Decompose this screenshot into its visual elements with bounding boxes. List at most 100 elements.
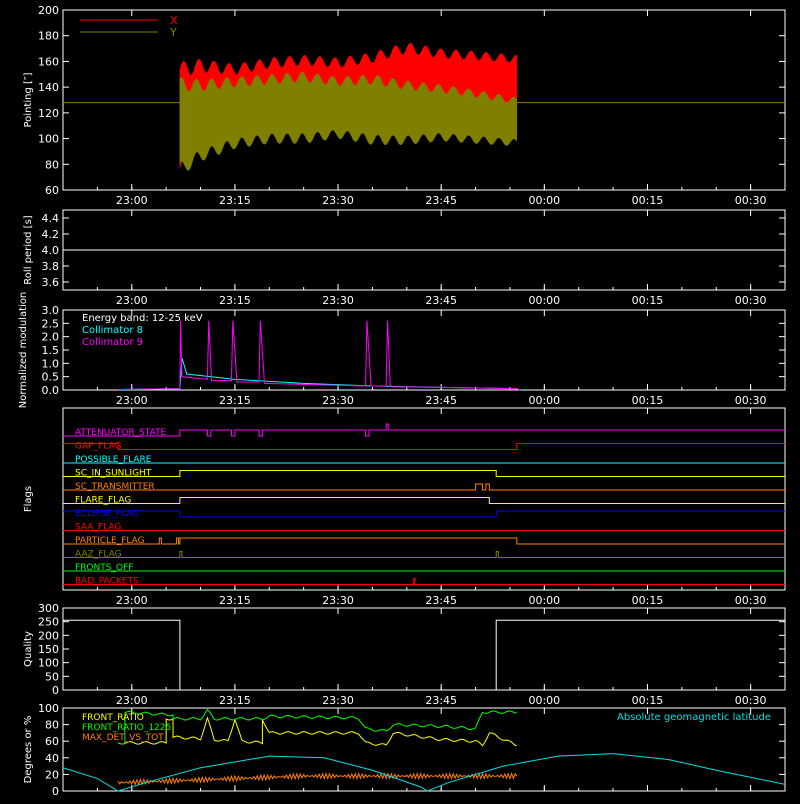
x-tick-label: 23:15 — [219, 194, 251, 207]
x-tick-label: 00:00 — [528, 394, 560, 407]
x-tick-label: 23:30 — [322, 394, 354, 407]
y-tick-label: 200 — [38, 629, 59, 642]
x-tick-label: 23:30 — [322, 294, 354, 307]
x-tick-label: 23:45 — [425, 694, 457, 707]
y-tick-label: 50 — [45, 670, 59, 683]
legend-label: FRONT_RATIO_1225 — [82, 723, 171, 733]
y-tick-label: 4.2 — [42, 228, 60, 241]
y-tick-label: 60 — [45, 184, 59, 197]
flag-trace — [63, 537, 785, 545]
y-axis-label: Degrees or % — [23, 716, 34, 784]
x-tick-label: 00:30 — [735, 294, 767, 307]
y-tick-label: 0.5 — [42, 371, 60, 384]
geomagnetic-latitude-label: Absolute geomagnetic latitude — [617, 712, 771, 723]
y-tick-label: 100 — [38, 657, 59, 670]
y-axis-label: Normalized modulation — [18, 292, 29, 409]
y-axis-label: Roll period [s] — [23, 215, 34, 284]
y-tick-label: 4.4 — [42, 212, 60, 225]
y-tick-label: 300 — [38, 602, 59, 615]
x-tick-label: 00:15 — [632, 294, 664, 307]
flag-trace — [63, 443, 785, 450]
x-tick-label: 23:00 — [116, 594, 148, 607]
x-tick-label: 23:45 — [425, 194, 457, 207]
y-tick-label: 0.0 — [42, 384, 60, 397]
series-line-0 — [117, 716, 517, 747]
y-tick-label: 150 — [38, 643, 59, 656]
x-tick-label: 00:15 — [632, 194, 664, 207]
x-tick-label: 00:00 — [528, 194, 560, 207]
x-tick-label: 23:00 — [116, 394, 148, 407]
y-tick-label: 60 — [45, 735, 59, 748]
series-line-3 — [62, 753, 786, 792]
y-tick-label: 4.0 — [42, 244, 60, 257]
y-tick-label: 80 — [45, 158, 59, 171]
flag-trace — [63, 497, 785, 504]
x-tick-label: 00:00 — [528, 594, 560, 607]
y-tick-label: 0 — [52, 684, 59, 697]
x-tick-label: 00:00 — [528, 294, 560, 307]
y-tick-label: 100 — [38, 133, 59, 146]
series-line-0 — [63, 619, 785, 691]
x-tick-label: 23:00 — [116, 694, 148, 707]
x-tick-label: 23:15 — [219, 594, 251, 607]
x-tick-label: 00:15 — [632, 694, 664, 707]
y-tick-label: 80 — [45, 719, 59, 732]
y-tick-label: 0 — [52, 785, 59, 798]
legend-label: Collimator 8 — [82, 325, 143, 336]
y-tick-label: 1.5 — [42, 344, 60, 357]
x-tick-label: 23:30 — [322, 594, 354, 607]
x-tick-label: 00:00 — [528, 694, 560, 707]
x-tick-label: 23:45 — [425, 294, 457, 307]
x-tick-label: 23:45 — [425, 394, 457, 407]
panel-frame — [62, 407, 786, 591]
y-axis-label: Pointing [″] — [23, 72, 34, 127]
flag-trace — [63, 510, 785, 518]
flag-trace — [63, 578, 785, 585]
x-tick-label: 00:15 — [632, 394, 664, 407]
y-tick-label: 2.0 — [42, 331, 60, 344]
flag-trace — [63, 470, 785, 477]
hessi-summary-plot: 23:00 23:15 23:30 23:45 00:00 00:15 00:30 Point… — [0, 0, 800, 800]
series-line-2 — [117, 772, 518, 786]
legend-label: Collimator 9 — [82, 337, 143, 348]
flag-trace — [63, 423, 785, 437]
y-tick-label: 3.6 — [42, 276, 60, 289]
energy-band-annotation: Energy band: 12-25 keV — [82, 313, 203, 324]
y-tick-label: 250 — [38, 616, 59, 629]
legend-label: FRONT_RATIO — [82, 713, 144, 723]
y-tick-label: 200 — [38, 4, 59, 17]
x-tick-label: 00:30 — [735, 594, 767, 607]
flag-trace — [63, 483, 785, 491]
x-tick-label: 23:15 — [219, 394, 251, 407]
y-tick-label: 3.8 — [42, 260, 60, 273]
y-tick-label: 140 — [38, 81, 59, 94]
x-tick-label: 23:30 — [322, 694, 354, 707]
x-tick-label: 00:30 — [735, 694, 767, 707]
legend-label: Y — [169, 26, 177, 39]
x-tick-label: 00:30 — [735, 194, 767, 207]
x-tick-label: 23:00 — [116, 294, 148, 307]
y-tick-label: 1.0 — [42, 357, 60, 370]
y-tick-label: 180 — [38, 30, 59, 43]
y-tick-label: 160 — [38, 55, 59, 68]
y-tick-label: 40 — [45, 752, 59, 765]
flag-trace — [63, 551, 785, 558]
y-tick-label: 120 — [38, 107, 59, 120]
x-tick-label: 23:45 — [425, 594, 457, 607]
y-tick-label: 2.5 — [42, 317, 60, 330]
series-line-1 — [118, 320, 521, 391]
y-axis-label: Flags — [23, 486, 34, 512]
x-tick-label: 23:15 — [219, 694, 251, 707]
legend-label: MAX_DET_VS_TOT — [82, 733, 164, 743]
x-tick-label: 00:15 — [632, 594, 664, 607]
x-tick-label: 23:00 — [116, 194, 148, 207]
y-axis-label: Quality — [23, 631, 34, 667]
plot-canvas: 23:00 23:15 23:30 23:45 00:00 00:15 00:30 Point… — [18, 4, 786, 798]
x-tick-label: 00:30 — [735, 394, 767, 407]
x-tick-label: 23:15 — [219, 294, 251, 307]
y-tick-label: 3.0 — [42, 304, 60, 317]
y-tick-label: 20 — [45, 768, 59, 781]
y-tick-label: 100 — [38, 702, 59, 715]
series-line-1 — [117, 708, 518, 745]
x-tick-label: 23:30 — [322, 194, 354, 207]
